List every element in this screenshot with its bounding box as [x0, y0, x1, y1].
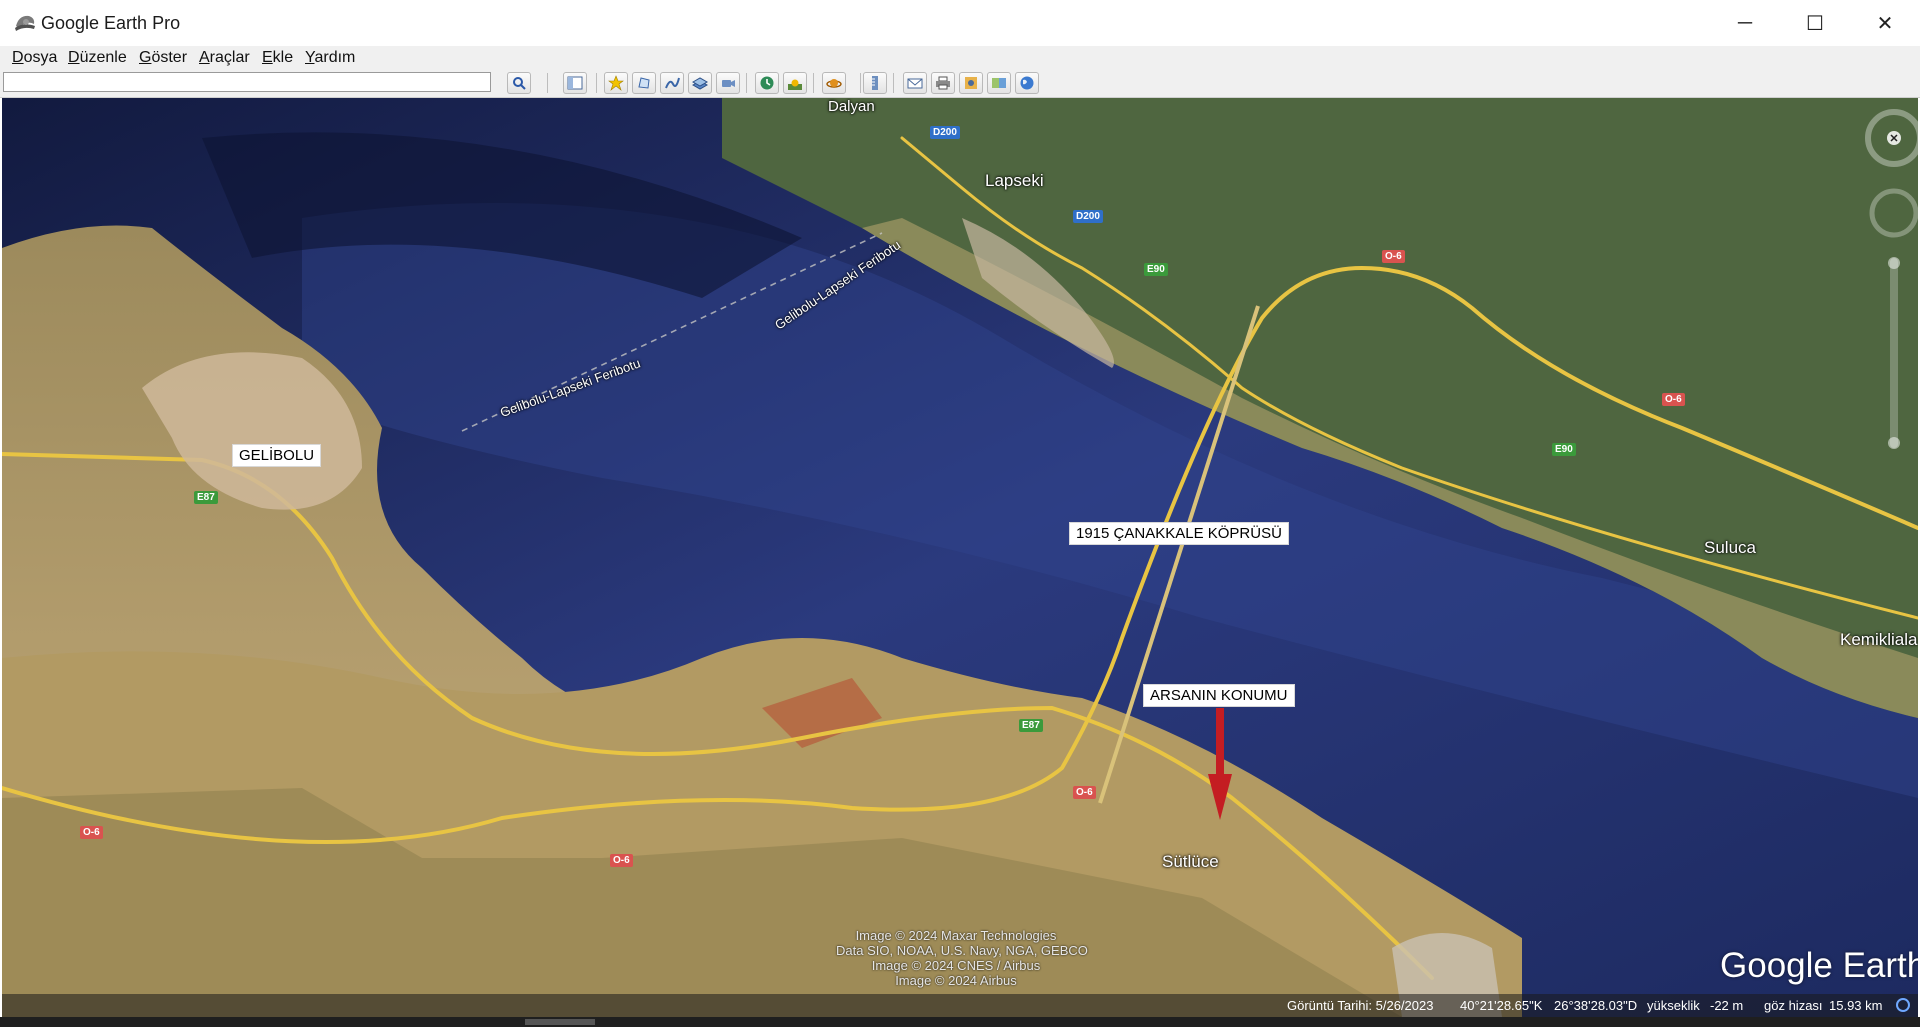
sidebar-toggle-icon	[567, 76, 583, 90]
email-icon	[907, 78, 923, 89]
eye-altitude-label: göz hizası	[1764, 998, 1823, 1013]
latitude-readout: 40°21'28.65"K	[1460, 998, 1543, 1013]
placemark-plot-location[interactable]: ARSANIN KONUMU	[1143, 684, 1295, 707]
view-in-maps-button[interactable]	[987, 72, 1011, 94]
road-shield: O-6	[1073, 786, 1096, 799]
save-image-icon	[965, 77, 977, 89]
menu-tools[interactable]: Araçlar	[199, 49, 250, 67]
add-image-overlay-icon	[692, 77, 708, 90]
ruler-button[interactable]	[863, 72, 887, 94]
menu-edit[interactable]: Düzenle	[68, 49, 127, 67]
longitude-readout: 26°38'28.03"D	[1554, 998, 1638, 1013]
add-polygon-button[interactable]	[632, 72, 656, 94]
horizontal-scrollbar[interactable]	[0, 1017, 1920, 1027]
add-path-icon	[665, 77, 680, 89]
switch-planet-icon	[826, 79, 842, 88]
imagery-credits: Image © 2024 Maxar Technologies Data SIO…	[836, 928, 1088, 988]
record-tour-icon	[722, 80, 735, 87]
close-icon: ✕	[1876, 12, 1894, 35]
google-earth-app-icon	[15, 15, 35, 31]
maximize-icon: ☐	[1806, 12, 1824, 35]
ruler-icon	[872, 76, 878, 90]
sidebar-toggle-button[interactable]	[563, 72, 587, 94]
imagery-date: Görüntü Tarihi: 5/26/2023	[1287, 998, 1434, 1013]
add-placemark-button[interactable]	[604, 72, 628, 94]
menu-bar: Dosya Düzenle Göster Araçlar Ekle Yardım	[0, 46, 1920, 70]
place-label-suluca: Suluca	[1704, 538, 1756, 557]
streaming-indicator-icon	[1896, 998, 1910, 1012]
minimize-icon: ─	[1737, 11, 1753, 34]
search-button[interactable]	[507, 72, 531, 94]
view-in-maps-icon	[992, 78, 1006, 88]
place-label-lapseki: Lapseki	[985, 171, 1044, 190]
elevation-value: -22 m	[1710, 998, 1744, 1013]
place-label-dalyan: Dalyan	[828, 98, 875, 115]
road-shield: E87	[1019, 719, 1043, 732]
add-placemark-icon	[608, 75, 624, 91]
record-tour-button[interactable]	[716, 72, 740, 94]
placemark-bridge[interactable]: 1915 ÇANAKKALE KÖPRÜSÜ	[1069, 522, 1289, 545]
menu-add[interactable]: Ekle	[262, 49, 293, 67]
menu-view[interactable]: Göster	[139, 49, 187, 67]
menu-file[interactable]: Dosya	[12, 49, 57, 67]
print-icon	[936, 76, 950, 90]
title-bar: Google Earth Pro ─ ☐ ✕	[0, 0, 1920, 47]
toolbar	[0, 70, 1920, 98]
road-shield: D200	[930, 126, 960, 139]
save-image-button[interactable]	[959, 72, 983, 94]
elevation-label: yükseklik	[1647, 998, 1700, 1013]
map-viewport[interactable]: Dalyan Lapseki Suluca Kemikliala Sütlüce…	[2, 98, 1918, 1017]
email-button[interactable]	[903, 72, 927, 94]
earth-button[interactable]	[1015, 72, 1039, 94]
road-shield: E90	[1144, 263, 1168, 276]
eye-altitude-value: 15.93 km	[1829, 998, 1883, 1013]
historical-imagery-button[interactable]	[755, 72, 779, 94]
satellite-imagery	[2, 98, 1918, 1017]
switch-planet-button[interactable]	[822, 72, 846, 94]
road-shield: O-6	[1382, 250, 1405, 263]
search-icon	[513, 77, 526, 90]
scrollbar-thumb[interactable]	[525, 1019, 595, 1025]
road-shield: D200	[1073, 210, 1103, 223]
add-image-overlay-button[interactable]	[688, 72, 712, 94]
road-shield: E90	[1552, 443, 1576, 456]
maximize-button[interactable]: ☐	[1780, 0, 1850, 46]
close-button[interactable]: ✕	[1850, 0, 1920, 46]
google-earth-logo: Google Earth	[1720, 946, 1918, 985]
road-shield: E87	[194, 491, 218, 504]
road-shield: O-6	[1662, 393, 1685, 406]
window-title: Google Earth Pro	[41, 13, 181, 33]
earth-icon	[1020, 76, 1034, 90]
place-label-kemiklialan: Kemikliala	[1840, 630, 1918, 649]
sunlight-icon	[788, 79, 802, 90]
road-shield: O-6	[80, 826, 103, 839]
sunlight-button[interactable]	[783, 72, 807, 94]
navigation-controls[interactable]	[1844, 108, 1918, 468]
print-button[interactable]	[931, 72, 955, 94]
road-shield: O-6	[610, 854, 633, 867]
status-bar: Görüntü Tarihi: 5/26/2023 40°21'28.65"K …	[2, 994, 1918, 1017]
placemark-gelibolu[interactable]: GELİBOLU	[232, 444, 322, 467]
add-path-button[interactable]	[660, 72, 684, 94]
minimize-button[interactable]: ─	[1710, 0, 1780, 46]
menu-help[interactable]: Yardım	[305, 49, 355, 67]
place-label-sutluce: Sütlüce	[1162, 852, 1219, 871]
historical-imagery-icon	[760, 76, 774, 90]
add-polygon-icon	[638, 77, 650, 89]
search-input[interactable]	[3, 72, 491, 92]
